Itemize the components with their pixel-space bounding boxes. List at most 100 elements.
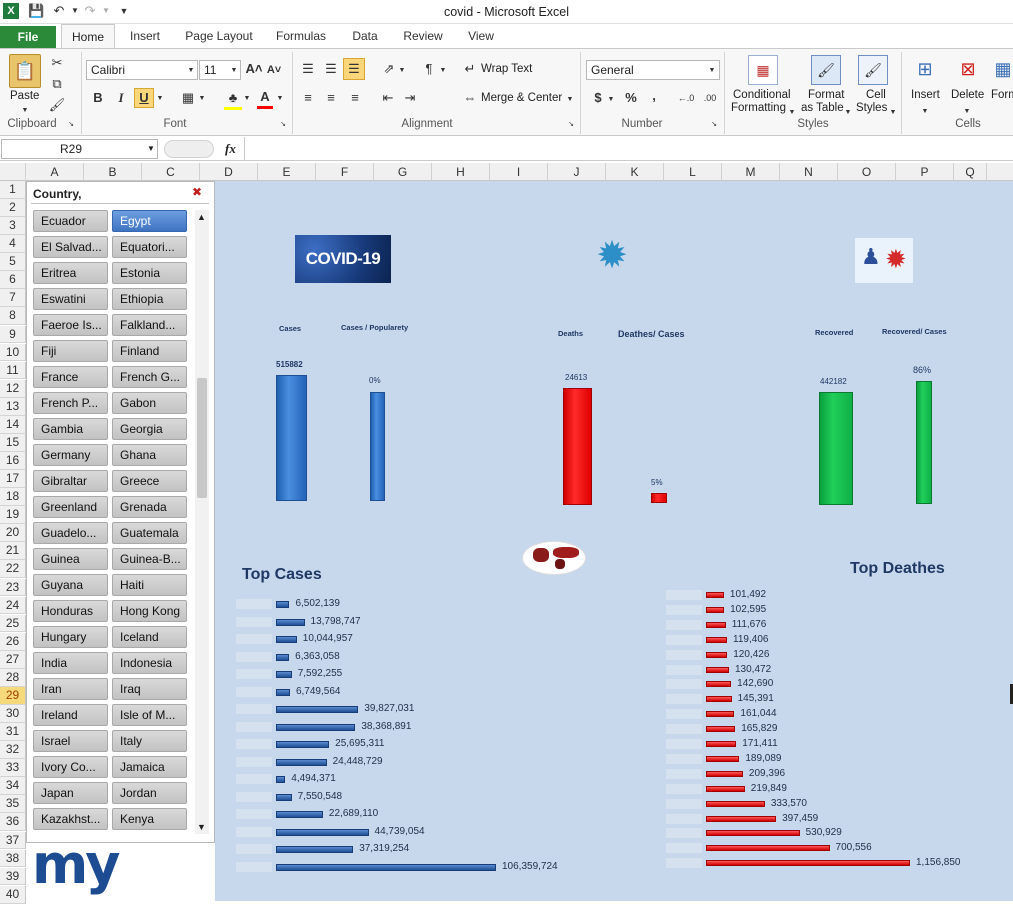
wrap-text-button[interactable]: Wrap Text	[481, 63, 532, 75]
column-header-l[interactable]: L	[664, 163, 722, 181]
slicer-item[interactable]: India	[33, 652, 108, 674]
comma-button[interactable]: ,	[646, 87, 662, 105]
format-as-table-line2[interactable]: as Table	[801, 102, 844, 114]
column-header-b[interactable]: B	[84, 163, 142, 181]
row-header-15[interactable]: 15	[0, 433, 26, 452]
slicer-item[interactable]: Faeroe Is...	[33, 314, 108, 336]
fill-color-dropdown-icon[interactable]: ▼	[243, 90, 251, 108]
format-as-table-dropdown-icon[interactable]: ▼	[844, 104, 852, 122]
formula-resize-handle[interactable]	[164, 140, 214, 158]
wrap-text-icon[interactable]: ↵	[461, 60, 479, 78]
bold-icon[interactable]: B	[90, 89, 106, 107]
clipboard-launcher-icon[interactable]: ↘	[66, 120, 76, 130]
merge-center-button[interactable]: Merge & Center	[481, 92, 562, 104]
slicer-item[interactable]: Jordan	[112, 782, 187, 804]
row-header-38[interactable]: 38	[0, 849, 26, 868]
cell-styles-line2[interactable]: Styles	[856, 102, 887, 114]
middle-align-icon[interactable]: ☰	[321, 60, 341, 78]
font-color-icon[interactable]: A	[257, 88, 273, 109]
slicer-item[interactable]: Isle of M...	[112, 704, 187, 726]
increase-decimal-icon[interactable]: ←.0	[676, 89, 696, 107]
text-direction-dropdown-icon[interactable]: ▼	[439, 62, 447, 80]
percent-button[interactable]: %	[622, 89, 640, 107]
font-name-dropdown-icon[interactable]: ▼	[186, 62, 196, 80]
italic-icon[interactable]: I	[113, 89, 129, 107]
row-header-26[interactable]: 26	[0, 632, 26, 651]
row-header-8[interactable]: 8	[0, 307, 26, 326]
row-header-18[interactable]: 18	[0, 488, 26, 506]
insert-function-button[interactable]: fx	[225, 141, 236, 157]
row-header-39[interactable]: 39	[0, 867, 26, 886]
column-header-e[interactable]: E	[258, 163, 316, 181]
column-header-i[interactable]: I	[490, 163, 548, 181]
cell-styles-line1[interactable]: Cell	[866, 89, 886, 101]
slicer-item[interactable]: Kenya	[112, 808, 187, 830]
slicer-item[interactable]: Falkland...	[112, 314, 187, 336]
row-header-14[interactable]: 14	[0, 415, 26, 434]
underline-icon[interactable]: U	[134, 88, 154, 108]
clear-filter-icon[interactable]: ✖	[192, 185, 202, 199]
column-header-h[interactable]: H	[432, 163, 490, 181]
slicer-item[interactable]: Gambia	[33, 418, 108, 440]
row-header-20[interactable]: 20	[0, 524, 26, 543]
row-header-22[interactable]: 22	[0, 560, 26, 579]
slicer-item[interactable]: Gibraltar	[33, 470, 108, 492]
column-header-o[interactable]: O	[838, 163, 896, 181]
conditional-formatting-line1[interactable]: Conditional	[733, 89, 791, 101]
currency-dropdown-icon[interactable]: ▼	[607, 91, 615, 109]
number-format-dropdown-icon[interactable]: ▼	[707, 62, 717, 80]
slicer-item[interactable]: Gabon	[112, 392, 187, 414]
delete-cells-button[interactable]: Delete	[951, 89, 984, 101]
slicer-item[interactable]: Ivory Co...	[33, 756, 108, 778]
bottom-align-icon[interactable]: ☰	[343, 58, 365, 80]
alignment-launcher-icon[interactable]: ↘	[566, 120, 576, 130]
orientation-icon[interactable]: ⇗	[378, 60, 400, 78]
slicer-item[interactable]: Hong Kong	[112, 600, 187, 622]
slicer-item[interactable]: Jamaica	[112, 756, 187, 778]
merge-center-icon[interactable]: ⇔	[461, 89, 479, 107]
row-header-3[interactable]: 3	[0, 217, 26, 235]
font-size-dropdown-icon[interactable]: ▼	[229, 62, 239, 80]
slicer-item[interactable]: Italy	[112, 730, 187, 752]
shrink-font-icon[interactable]: A˅	[266, 61, 282, 79]
slicer-item[interactable]: Japan	[33, 782, 108, 804]
row-header-12[interactable]: 12	[0, 379, 26, 398]
tab-insert[interactable]: Insert	[122, 24, 168, 48]
format-cells-icon[interactable]: ▦	[993, 55, 1013, 85]
column-header-q[interactable]: Q	[954, 163, 987, 181]
slicer-item[interactable]: Haiti	[112, 574, 187, 596]
align-right-icon[interactable]: ≡	[345, 89, 365, 107]
slicer-item[interactable]: Eswatini	[33, 288, 108, 310]
row-header-35[interactable]: 35	[0, 795, 26, 814]
row-header-33[interactable]: 33	[0, 759, 26, 778]
slicer-item[interactable]: Greece	[112, 470, 187, 492]
row-header-16[interactable]: 16	[0, 452, 26, 470]
slicer-item[interactable]: Guadelo...	[33, 522, 108, 544]
fill-color-icon[interactable]: ♣	[224, 89, 242, 110]
tab-view[interactable]: View	[460, 24, 502, 48]
slicer-item[interactable]: Germany	[33, 444, 108, 466]
delete-cells-icon[interactable]: ⊠	[953, 55, 983, 85]
underline-dropdown-icon[interactable]: ▼	[156, 90, 164, 108]
slicer-item[interactable]: Eritrea	[33, 262, 108, 284]
row-header-24[interactable]: 24	[0, 596, 26, 615]
align-left-icon[interactable]: ≡	[298, 89, 318, 107]
slicer-item[interactable]: Fiji	[33, 340, 108, 362]
column-header-g[interactable]: G	[374, 163, 432, 181]
slicer-item[interactable]: Iceland	[112, 626, 187, 648]
slicer-item[interactable]: Guyana	[33, 574, 108, 596]
slicer-item[interactable]: Iran	[33, 678, 108, 700]
slicer-item[interactable]: Greenland	[33, 496, 108, 518]
slicer-item[interactable]: Guinea	[33, 548, 108, 570]
slicer-item[interactable]: Grenada	[112, 496, 187, 518]
row-header-30[interactable]: 30	[0, 705, 26, 723]
font-launcher-icon[interactable]: ↘	[278, 120, 288, 130]
row-header-6[interactable]: 6	[0, 271, 26, 290]
row-header-11[interactable]: 11	[0, 361, 26, 380]
tab-data[interactable]: Data	[345, 24, 385, 48]
format-painter-icon[interactable]: 🖌	[48, 96, 66, 114]
row-header-9[interactable]: 9	[0, 325, 26, 344]
column-header-c[interactable]: C	[142, 163, 200, 181]
slicer-item[interactable]: France	[33, 366, 108, 388]
decrease-indent-icon[interactable]: ⇤	[378, 89, 398, 107]
